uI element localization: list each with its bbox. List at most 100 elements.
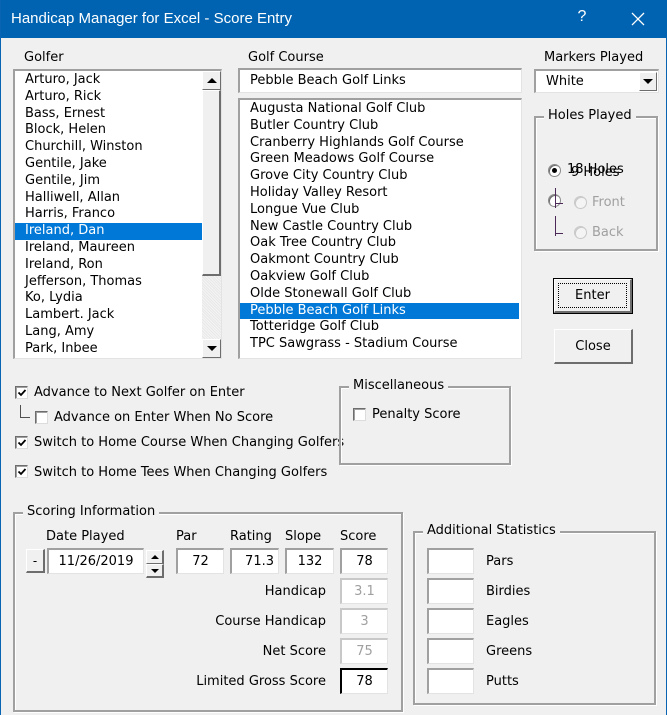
advance-no-score-label: Advance on Enter When No Score bbox=[54, 410, 274, 425]
golf-course-listbox[interactable]: Augusta National Golf Club Butler Country… bbox=[238, 98, 522, 359]
advance-next-label: Advance to Next Golfer on Enter bbox=[34, 385, 245, 400]
limited-gross-score-input[interactable]: 78 bbox=[340, 668, 388, 694]
golf-course-list-item[interactable]: Oakview Golf Club bbox=[240, 269, 519, 286]
golfer-list-item[interactable]: Churchill, Winston bbox=[15, 139, 202, 156]
close-window-button[interactable] bbox=[625, 6, 651, 32]
date-played-input[interactable]: 11/26/2019 bbox=[47, 548, 144, 574]
par-label: Par bbox=[176, 529, 197, 544]
miscellaneous-label: Miscellaneous bbox=[349, 378, 449, 393]
golfer-list-item[interactable]: Park, Inbee bbox=[15, 341, 202, 358]
stat-input-eagles[interactable] bbox=[427, 608, 474, 634]
date-clear-button[interactable]: - bbox=[26, 549, 45, 573]
stat-input-putts[interactable] bbox=[427, 668, 474, 694]
golfer-list-item[interactable]: Lambert. Jack bbox=[15, 307, 202, 324]
golfer-list-item[interactable]: Ireland, Maureen bbox=[15, 240, 202, 257]
slope-input[interactable]: 132 bbox=[285, 548, 334, 574]
radio-back[interactable] bbox=[574, 226, 587, 239]
date-spinner[interactable] bbox=[146, 550, 164, 578]
golfer-list-item[interactable]: Ireland, Dan bbox=[15, 223, 202, 240]
penalty-score-label: Penalty Score bbox=[372, 407, 461, 422]
golf-course-list-item[interactable]: Olde Stonewall Golf Club bbox=[240, 286, 519, 303]
golfer-list-item[interactable]: Halliwell, Allan bbox=[15, 190, 202, 207]
radio-front-label: Front bbox=[592, 195, 625, 210]
golfer-list-item[interactable]: Gentile, Jake bbox=[15, 156, 202, 173]
handicap-field: 3.1 bbox=[340, 578, 388, 604]
arrow-up-icon bbox=[150, 555, 159, 559]
radio-front[interactable] bbox=[574, 196, 587, 209]
golfer-list-item[interactable]: Ireland, Ron bbox=[15, 257, 202, 274]
golf-course-list-item[interactable]: Oak Tree Country Club bbox=[240, 235, 519, 252]
golf-course-list-item[interactable]: Holiday Valley Resort bbox=[240, 185, 519, 202]
checkmark-icon bbox=[17, 468, 27, 476]
penalty-score-checkbox[interactable] bbox=[353, 408, 366, 421]
golf-course-list-item[interactable]: Oakmont Country Club bbox=[240, 252, 519, 269]
help-button[interactable]: ? bbox=[572, 8, 592, 26]
golf-course-list-item[interactable]: New Castle Country Club bbox=[240, 219, 519, 236]
stat-input-birdies[interactable] bbox=[427, 578, 474, 604]
scroll-up-button[interactable] bbox=[202, 71, 221, 90]
stat-input-greens[interactable] bbox=[427, 638, 474, 664]
golf-course-list-items: Augusta National Golf Club Butler Country… bbox=[240, 101, 519, 353]
golf-course-list-item[interactable]: Butler Country Club bbox=[240, 118, 519, 135]
tree-line bbox=[555, 233, 563, 234]
scroll-down-button[interactable] bbox=[202, 339, 221, 358]
golf-course-list-item[interactable]: Grove City Country Club bbox=[240, 168, 519, 185]
golfer-list-item[interactable]: Ko, Lydia bbox=[15, 290, 202, 307]
golfer-list-item[interactable]: Lang, Amy bbox=[15, 324, 202, 341]
golf-course-list-item[interactable]: TPC Sawgrass - Stadium Course bbox=[240, 336, 519, 353]
chevron-down-icon bbox=[643, 79, 653, 84]
arrow-down-icon bbox=[206, 346, 217, 351]
checkmark-icon bbox=[17, 389, 27, 397]
radio-selected-dot bbox=[552, 168, 557, 173]
golf-course-list-item[interactable]: Augusta National Golf Club bbox=[240, 101, 519, 118]
golfer-list-items: Arturo, Jack Arturo, Rick Bass, Ernest Bloc… bbox=[15, 72, 202, 358]
score-input[interactable]: 78 bbox=[340, 548, 388, 574]
home-tees-checkbox[interactable] bbox=[15, 465, 28, 478]
golfer-list-item[interactable]: Arturo, Jack bbox=[15, 72, 202, 89]
markers-played-label: Markers Played bbox=[544, 50, 644, 65]
holes-played-label: Holes Played bbox=[544, 108, 636, 123]
net-score-label: Net Score bbox=[262, 644, 326, 659]
radio-18-holes[interactable] bbox=[548, 164, 561, 177]
advance-next-checkbox[interactable] bbox=[15, 386, 28, 399]
home-course-checkbox[interactable] bbox=[15, 436, 28, 449]
close-button[interactable]: Close bbox=[554, 329, 633, 364]
golfer-list-item[interactable]: Gentile, Jim bbox=[15, 173, 202, 190]
checkmark-icon bbox=[17, 439, 27, 447]
golf-course-list-item[interactable]: Pebble Beach Golf Links bbox=[240, 302, 519, 320]
golfer-list-item[interactable]: Arturo, Rick bbox=[15, 89, 202, 106]
net-score-field: 75 bbox=[340, 638, 388, 664]
golf-course-input[interactable]: Pebble Beach Golf Links bbox=[238, 68, 522, 93]
golfer-list-item[interactable]: Jefferson, Thomas bbox=[15, 274, 202, 291]
markers-played-value: White bbox=[546, 74, 584, 89]
markers-played-select[interactable]: White bbox=[534, 69, 659, 93]
advance-no-score-checkbox[interactable] bbox=[35, 411, 48, 424]
golfer-list-item[interactable]: Block, Helen bbox=[15, 122, 202, 139]
golfer-list-item[interactable]: Bass, Ernest bbox=[15, 106, 202, 123]
close-icon bbox=[631, 12, 645, 26]
enter-button[interactable]: Enter bbox=[553, 278, 633, 314]
date-spin-down[interactable] bbox=[146, 564, 164, 578]
golf-course-list-item[interactable]: Cranberry Highlands Golf Course bbox=[240, 135, 519, 152]
tree-line bbox=[20, 417, 30, 418]
golf-course-list-item[interactable]: Longue Vue Club bbox=[240, 202, 519, 219]
title-bar: Handicap Manager for Excel - Score Entry… bbox=[1, 0, 667, 38]
stat-label-pars: Pars bbox=[486, 554, 514, 569]
stat-input-pars[interactable] bbox=[427, 548, 474, 574]
course-handicap-label: Course Handicap bbox=[215, 614, 326, 629]
golfer-scrollbar[interactable] bbox=[202, 71, 221, 358]
par-input[interactable]: 72 bbox=[176, 548, 224, 574]
golfer-listbox[interactable]: Arturo, Jack Arturo, Rick Bass, Ernest Bloc… bbox=[13, 69, 222, 359]
scroll-thumb[interactable] bbox=[202, 90, 221, 276]
arrow-up-icon bbox=[206, 78, 217, 83]
golfer-list-item[interactable]: Harris, Franco bbox=[15, 206, 202, 223]
golf-course-list-item[interactable]: Green Meadows Golf Course bbox=[240, 151, 519, 168]
markers-dropdown-button[interactable] bbox=[639, 72, 657, 91]
date-played-label: Date Played bbox=[46, 529, 125, 544]
golf-course-list-item[interactable]: Totteridge Golf Club bbox=[240, 319, 519, 336]
window-title: Handicap Manager for Excel - Score Entry bbox=[11, 10, 292, 27]
miscellaneous-group: Miscellaneous bbox=[339, 378, 511, 465]
rating-input[interactable]: 71.3 bbox=[230, 548, 279, 574]
date-spin-up[interactable] bbox=[146, 550, 164, 564]
radio-9-holes-label: 9 Holes bbox=[571, 165, 620, 180]
